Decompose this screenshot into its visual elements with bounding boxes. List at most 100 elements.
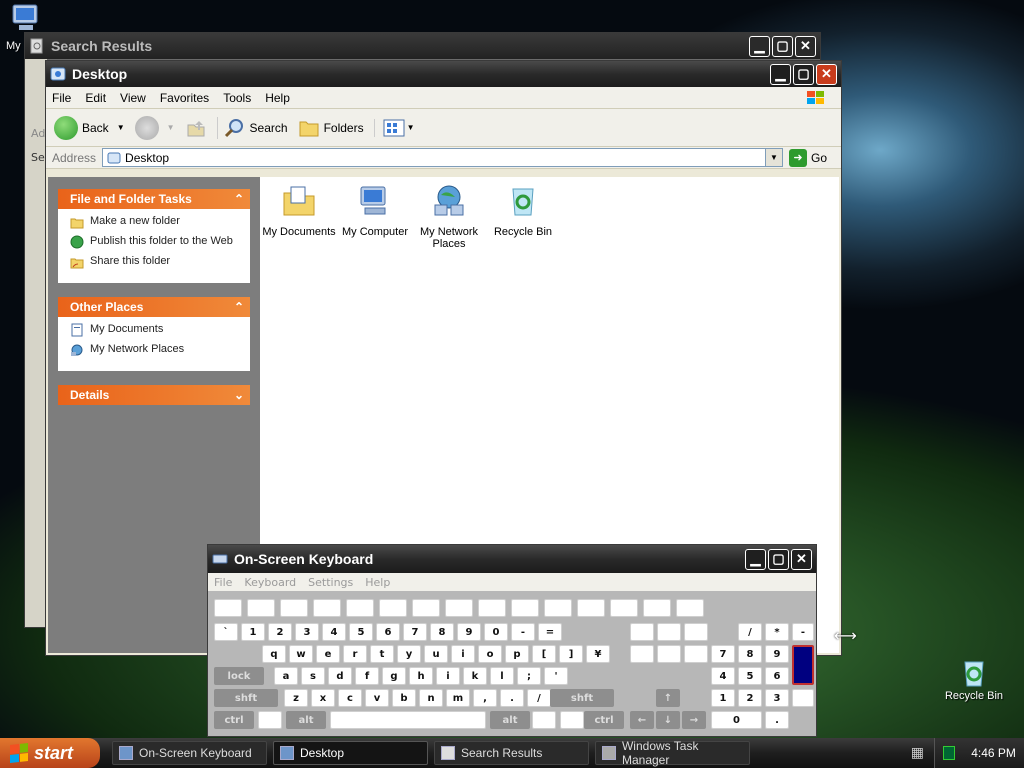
close-button[interactable]: ✕ xyxy=(795,35,816,57)
osk-key-numpad[interactable]: 4 xyxy=(711,667,735,685)
file-item-my-computer[interactable]: My Computer xyxy=(336,183,414,238)
menu-view[interactable]: View xyxy=(120,91,146,105)
osk-key-down[interactable]: ↓ xyxy=(656,711,680,729)
osk-key[interactable]: h xyxy=(409,667,433,685)
address-input[interactable]: Desktop ▼ xyxy=(102,148,783,167)
osk-key-alt[interactable]: alt xyxy=(490,711,530,729)
search-button[interactable]: Search xyxy=(216,116,288,139)
file-item-network-places[interactable]: My Network Places xyxy=(410,183,488,250)
osk-titlebar[interactable]: On-Screen Keyboard ▁ ▢ ✕ xyxy=(208,545,816,573)
close-button[interactable]: ✕ xyxy=(791,548,812,570)
search-results-titlebar[interactable]: Search Results ▁ ▢ ✕ xyxy=(25,33,820,59)
osk-key-numpad[interactable]: 9 xyxy=(765,645,789,663)
osk-key-function[interactable] xyxy=(412,599,440,617)
osk-key[interactable]: = xyxy=(538,623,562,641)
menu-file[interactable]: File xyxy=(52,91,71,105)
osk-key-numpad[interactable]: 7 xyxy=(711,645,735,663)
osk-key-numpad[interactable]: 1 xyxy=(711,689,735,707)
task-manager-tray-icon[interactable] xyxy=(943,746,956,760)
osk-key[interactable]: ` xyxy=(214,623,238,641)
osk-key[interactable]: w xyxy=(289,645,313,663)
file-item-my-documents[interactable]: My Documents xyxy=(260,183,338,238)
osk-key-numpad-enter[interactable] xyxy=(792,689,814,707)
minimize-button[interactable]: ▁ xyxy=(745,548,766,570)
osk-key-function[interactable] xyxy=(214,599,242,617)
taskbar-item-task-manager[interactable]: Windows Task Manager xyxy=(595,739,750,767)
osk-key[interactable]: ] xyxy=(559,645,583,663)
osk-key-windows[interactable] xyxy=(532,711,556,729)
osk-key-ctrl[interactable]: ctrl xyxy=(584,711,624,729)
osk-key-nav[interactable] xyxy=(657,623,681,641)
osk-key[interactable]: . xyxy=(500,689,524,707)
osk-key-right[interactable]: → xyxy=(682,711,706,729)
osk-key-nav[interactable] xyxy=(657,645,681,663)
osk-key[interactable]: ¥ xyxy=(586,645,610,663)
osk-key-numpad[interactable]: 0 xyxy=(711,711,762,729)
osk-key[interactable]: i xyxy=(451,645,475,663)
osk-key-numpad[interactable]: 3 xyxy=(765,689,789,707)
taskbar-item-search-results[interactable]: Search Results xyxy=(434,741,589,765)
osk-key[interactable]: r xyxy=(343,645,367,663)
panel-header[interactable]: Other Places ⌃ xyxy=(58,297,250,317)
desktop-icon-recycle-bin[interactable]: Recycle Bin xyxy=(934,656,1014,702)
osk-menu-help[interactable]: Help xyxy=(365,576,390,589)
collapse-chevron-icon[interactable]: ⌃ xyxy=(234,300,244,314)
osk-key-function[interactable] xyxy=(676,599,704,617)
osk-key[interactable]: p xyxy=(505,645,529,663)
osk-key-function[interactable] xyxy=(346,599,374,617)
expand-chevron-icon[interactable]: ⌄ xyxy=(234,388,244,402)
osk-key[interactable]: i xyxy=(436,667,460,685)
osk-key-up[interactable]: ↑ xyxy=(656,689,680,707)
osk-key-function[interactable] xyxy=(643,599,671,617)
task-publish-web[interactable]: Publish this folder to the Web xyxy=(70,235,240,249)
osk-key[interactable]: c xyxy=(338,689,362,707)
osk-key-function[interactable] xyxy=(379,599,407,617)
osk-key-shift[interactable]: shft xyxy=(214,689,278,707)
explorer-titlebar[interactable]: Desktop ▁ ▢ ✕ xyxy=(46,61,841,87)
maximize-button[interactable]: ▢ xyxy=(793,63,814,85)
osk-key-caps-lock[interactable]: lock xyxy=(214,667,264,685)
start-button[interactable]: start xyxy=(0,738,100,768)
osk-key-numpad[interactable]: 6 xyxy=(765,667,789,685)
osk-key[interactable]: x xyxy=(311,689,335,707)
osk-key[interactable]: 2 xyxy=(268,623,292,641)
osk-key-nav[interactable] xyxy=(630,645,654,663)
osk-key-numpad[interactable]: . xyxy=(765,711,789,729)
osk-key[interactable]: k xyxy=(463,667,487,685)
osk-key-ctrl[interactable]: ctrl xyxy=(214,711,254,729)
minimize-button[interactable]: ▁ xyxy=(749,35,770,57)
osk-key-shift[interactable]: shft xyxy=(550,689,614,707)
osk-key-function[interactable] xyxy=(247,599,275,617)
osk-key[interactable]: , xyxy=(473,689,497,707)
address-dropdown-button[interactable]: ▼ xyxy=(764,149,782,166)
menu-favorites[interactable]: Favorites xyxy=(160,91,209,105)
osk-key-numpad[interactable]: 5 xyxy=(738,667,762,685)
osk-key[interactable]: 8 xyxy=(430,623,454,641)
osk-key-function[interactable] xyxy=(577,599,605,617)
back-button[interactable]: Back ▼ xyxy=(54,115,125,140)
osk-key[interactable]: b xyxy=(392,689,416,707)
osk-key-function[interactable] xyxy=(610,599,638,617)
menu-tools[interactable]: Tools xyxy=(223,91,251,105)
osk-key[interactable]: ; xyxy=(517,667,541,685)
osk-key-function[interactable] xyxy=(445,599,473,617)
panel-header[interactable]: File and Folder Tasks ⌃ xyxy=(58,189,250,209)
place-my-documents[interactable]: My Documents xyxy=(70,323,240,337)
osk-key-nav[interactable] xyxy=(630,623,654,641)
osk-key[interactable]: q xyxy=(262,645,286,663)
osk-key[interactable]: l xyxy=(490,667,514,685)
clock[interactable]: 4:46 PM xyxy=(971,746,1016,760)
views-button[interactable]: ▼ xyxy=(373,118,415,137)
osk-key-menu[interactable] xyxy=(560,711,584,729)
osk-key[interactable]: 4 xyxy=(322,623,346,641)
taskbar-item-osk[interactable]: On-Screen Keyboard xyxy=(112,741,267,765)
task-share-folder[interactable]: Share this folder xyxy=(70,255,240,269)
minimize-button[interactable]: ▁ xyxy=(770,63,791,85)
osk-key[interactable]: s xyxy=(301,667,325,685)
on-screen-keyboard-window[interactable]: On-Screen Keyboard ▁ ▢ ✕ File Keyboard S… xyxy=(207,544,817,737)
menu-edit[interactable]: Edit xyxy=(85,91,106,105)
taskbar-item-desktop[interactable]: Desktop xyxy=(273,741,428,765)
osk-key-numpad[interactable]: - xyxy=(792,623,814,641)
up-folder-button[interactable] xyxy=(185,117,207,139)
osk-key[interactable]: 9 xyxy=(457,623,481,641)
